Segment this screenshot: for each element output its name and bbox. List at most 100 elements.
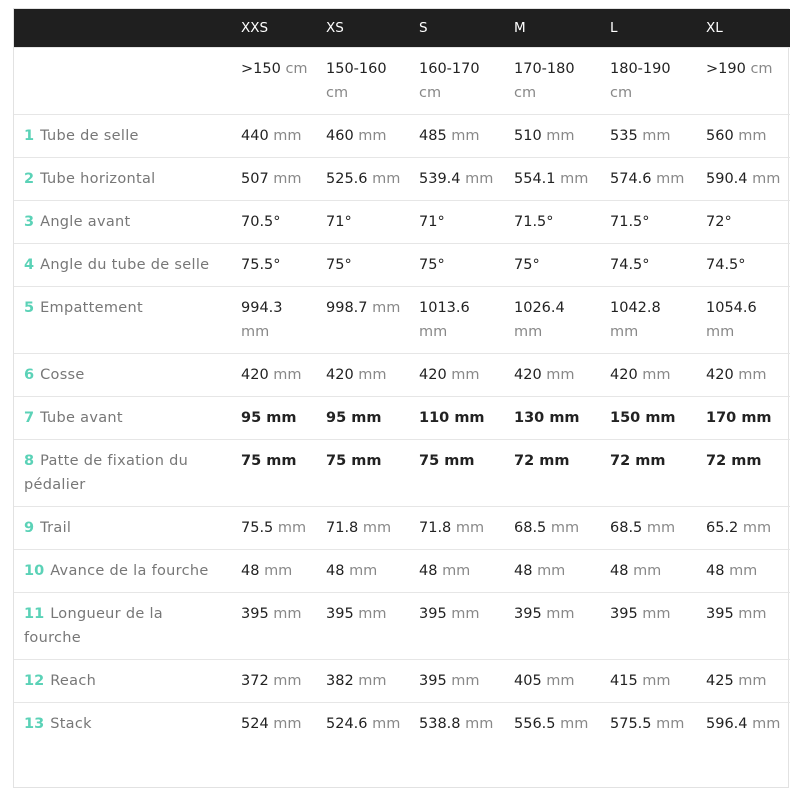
cell-value: 420 <box>326 366 354 383</box>
cell-value: 525.6 <box>326 170 368 187</box>
cell-unit: mm <box>465 715 494 732</box>
header-size-xxs: XXS <box>231 9 316 47</box>
cell-unit: mm <box>610 323 639 340</box>
cell-value: 72 mm <box>610 452 666 469</box>
measurement-cell: 71.5° <box>504 199 600 243</box>
measurement-number: 12 <box>24 672 45 689</box>
cell-value: 75 mm <box>419 452 475 469</box>
cell-value: 95 mm <box>241 409 297 426</box>
rider-height-cell: >190 cm <box>696 46 790 114</box>
cell-value: 395 <box>610 605 638 622</box>
cell-unit: mm <box>537 562 566 579</box>
cell-value: 994.3 <box>241 299 283 316</box>
table-row: 13 Stack 524 mm 524.6 mm 538.8 mm 556.5 mm 575… <box>14 701 790 745</box>
measurement-cell: 556.5 mm <box>504 701 600 745</box>
cell-value: 507 <box>241 170 269 187</box>
cell-value: 575.5 <box>610 715 652 732</box>
measurement-cell: 95 mm <box>231 395 316 439</box>
measurement-cell: 170 mm <box>696 395 790 439</box>
measurement-cell: 68.5 mm <box>504 505 600 549</box>
measurement-cell: 998.7 mm <box>316 285 409 353</box>
measurement-cell: 70.5° <box>231 199 316 243</box>
measurement-cell: 75° <box>504 242 600 286</box>
cell-unit: mm <box>455 519 485 536</box>
measurement-cell: 74.5° <box>696 242 790 286</box>
table-row: 8 Patte de fixation du pédalier 75 mm 75 mm… <box>14 438 790 506</box>
header-row: XXS XS S M L XL <box>14 9 790 47</box>
geometry-table-container: XXS XS S M L XL >150 cm 150-160 cm 160-170 cm 17… <box>13 8 790 788</box>
table-header: XXS XS S M L XL <box>14 9 790 47</box>
measurement-cell: 110 mm <box>409 395 504 439</box>
cell-unit: mm <box>546 605 575 622</box>
measurement-cell: 507 mm <box>231 156 316 200</box>
cell-value: 395 <box>419 605 447 622</box>
measurement-cell: 75 mm <box>231 438 316 506</box>
cell-unit: mm <box>642 127 671 144</box>
header-size-s: S <box>409 9 504 47</box>
cell-unit: mm <box>273 715 302 732</box>
measurement-cell: 575.5 mm <box>600 701 696 745</box>
cell-value: 75 mm <box>326 452 382 469</box>
cell-value: 72 mm <box>706 452 762 469</box>
table-row: 7 Tube avant 95 mm 95 mm 110 mm 130 mm 150 mm 1… <box>14 395 790 439</box>
cell-value: 74.5° <box>610 256 650 273</box>
cell-unit: mm <box>752 170 781 187</box>
cell-value: 95 mm <box>326 409 382 426</box>
table-row: 6 Cosse 420 mm 420 mm 420 mm 420 mm 420 mm 420 … <box>14 352 790 396</box>
cell-value: 71.5° <box>514 213 554 230</box>
measurement-number: 5 <box>24 299 35 316</box>
cell-unit: mm <box>451 127 480 144</box>
measurement-cell: 74.5° <box>600 242 696 286</box>
cell-unit: mm <box>646 519 676 536</box>
measurement-label: 12 Reach <box>14 658 231 702</box>
cell-value: 71.8 <box>326 519 359 536</box>
header-size-l: L <box>600 9 696 47</box>
cell-value: 75° <box>514 256 540 273</box>
measurement-cell: 71° <box>409 199 504 243</box>
cell-value: 510 <box>514 127 542 144</box>
measurement-label: 6 Cosse <box>14 352 231 396</box>
measurement-cell: 405 mm <box>504 658 600 702</box>
measurement-label: 11 Longueur de la fourche <box>14 591 231 659</box>
cell-unit: mm <box>358 605 387 622</box>
measurement-cell: 72 mm <box>600 438 696 506</box>
measurement-cell: 48 mm <box>504 548 600 592</box>
cell-value: 110 mm <box>419 409 485 426</box>
measurement-cell: 539.4 mm <box>409 156 504 200</box>
measurement-name: Cosse <box>40 366 85 383</box>
rider-height-row: >150 cm 150-160 cm 160-170 cm 170-180 cm 180… <box>14 46 790 114</box>
measurement-cell: 1054.6 mm <box>696 285 790 353</box>
cell-value: 71° <box>419 213 445 230</box>
measurement-name: Patte de fixation du pédalier <box>24 452 189 493</box>
measurement-cell: 460 mm <box>316 113 409 157</box>
cell-value: 71.8 <box>419 519 452 536</box>
cell-value: 460 <box>326 127 354 144</box>
cell-value: 425 <box>706 672 734 689</box>
measurement-name: Reach <box>50 672 97 689</box>
height-unit: cm <box>610 84 633 101</box>
measurement-cell: 48 mm <box>231 548 316 592</box>
measurement-name: Longueur de la fourche <box>24 605 163 646</box>
cell-unit: mm <box>546 672 575 689</box>
measurement-label: 13 Stack <box>14 701 231 745</box>
height-value: >190 <box>706 60 746 77</box>
measurement-label: 9 Trail <box>14 505 231 549</box>
cell-value: 1026.4 <box>514 299 565 316</box>
measurement-label: 10 Avance de la fourche <box>14 548 231 592</box>
measurement-name: Stack <box>50 715 92 732</box>
table-row: 10 Avance de la fourche 48 mm 48 mm 48 mm 48 … <box>14 548 790 592</box>
cell-value: 415 <box>610 672 638 689</box>
measurement-cell: 420 mm <box>600 352 696 396</box>
measurement-name: Tube de selle <box>40 127 139 144</box>
cell-value: 574.6 <box>610 170 652 187</box>
cell-unit: mm <box>362 519 392 536</box>
cell-unit: mm <box>277 519 307 536</box>
measurement-cell: 1026.4 mm <box>504 285 600 353</box>
measurement-cell: 75 mm <box>316 438 409 506</box>
cell-value: 395 <box>326 605 354 622</box>
cell-value: 48 <box>326 562 345 579</box>
rider-height-cell: 150-160 cm <box>316 46 409 114</box>
cell-unit: mm <box>442 562 471 579</box>
measurement-cell: 554.1 mm <box>504 156 600 200</box>
cell-value: 75.5 <box>241 519 274 536</box>
